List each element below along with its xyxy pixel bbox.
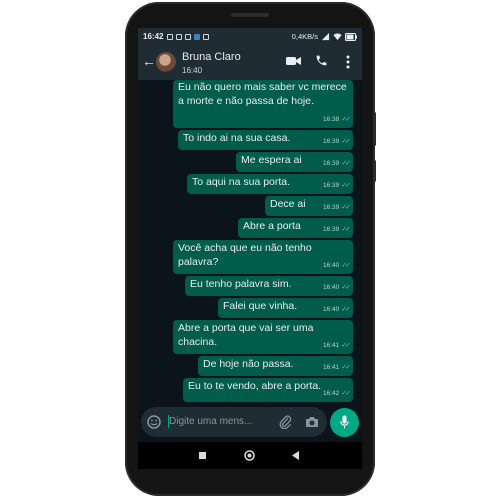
power-button — [373, 160, 376, 182]
read-ticks-icon: ✓✓ — [341, 115, 351, 123]
read-ticks-icon: ✓✓ — [341, 261, 351, 269]
message-bubble[interactable]: Falei que vinha. 16:40 ✓✓ — [218, 298, 353, 318]
message-meta: 16:41 ✓✓ — [322, 339, 351, 353]
message-text: Eu tenho palavra sim. — [190, 278, 292, 290]
message-text: To aqui na sua porta. — [192, 176, 291, 188]
read-ticks-icon: ✓✓ — [341, 159, 351, 167]
message-meta: 16:39 ✓✓ — [322, 135, 351, 149]
battery-icon — [345, 32, 357, 41]
message-bubble[interactable]: Abre a porta que vai ser uma chacina. 16… — [173, 320, 353, 354]
contact-name[interactable]: Bruna Claro — [182, 51, 241, 63]
message-meta: 16:40 ✓✓ — [322, 303, 351, 317]
message-time: 16:39 — [322, 137, 340, 145]
nav-home-icon[interactable] — [244, 450, 255, 461]
status-bar: 16:42 0,4KB/s — [138, 28, 362, 45]
message-time: 16:40 — [322, 305, 340, 313]
message-bubble[interactable]: To indo ai na sua casa. 16:39 ✓✓ — [178, 130, 353, 150]
message-bubble[interactable]: Abre a porta 16:39 ✓✓ — [238, 218, 353, 238]
message-list[interactable]: Eu não quero mais saber vc merece a mort… — [138, 80, 362, 402]
nav-back-icon[interactable] — [292, 451, 299, 460]
message-time: 16:40 — [322, 283, 340, 291]
notification-icon — [185, 33, 192, 40]
message-time: 16:39 — [322, 203, 340, 211]
notification-icon — [167, 33, 174, 40]
avatar[interactable] — [156, 52, 176, 72]
signal-icon — [321, 32, 330, 41]
message-meta: 16:40 ✓✓ — [322, 281, 351, 295]
message-time: 16:41 — [322, 341, 340, 349]
read-ticks-icon: ✓✓ — [341, 203, 351, 211]
phone-screen: 16:42 0,4KB/s ← Bruna Claro 16:40 Eu não… — [138, 28, 362, 469]
composer-bar: Digite uma mens... — [138, 402, 362, 442]
notification-icon — [176, 33, 183, 40]
message-input[interactable]: Digite uma mens... — [169, 416, 252, 427]
message-time: 16:39 — [322, 181, 340, 189]
message-time: 16:41 — [322, 363, 340, 371]
message-bubble[interactable]: De hoje não passa. 16:41 ✓✓ — [198, 356, 353, 376]
message-meta: 16:39 ✓✓ — [322, 179, 351, 193]
message-meta: 16:42 ✓✓ — [322, 387, 351, 401]
message-text: Falei que vinha. — [223, 300, 298, 312]
android-nav-bar — [138, 442, 362, 469]
read-ticks-icon: ✓✓ — [341, 341, 351, 349]
message-text: Me espera ai — [241, 154, 302, 166]
message-text: Eu to te vendo, abre a porta. — [188, 380, 322, 392]
nav-square-icon[interactable] — [199, 452, 206, 459]
message-text: To indo ai na sua casa. — [183, 132, 291, 144]
network-speed: 0,4KB/s — [291, 32, 318, 41]
message-bubble[interactable]: To aqui na sua porta. 16:39 ✓✓ — [187, 174, 353, 194]
message-meta: 16:39 ✓✓ — [322, 157, 351, 171]
message-bubble[interactable]: Você acha que eu não tenho palavra? 16:4… — [173, 240, 353, 274]
notification-icon — [194, 33, 201, 40]
message-text: Abre a porta — [243, 220, 301, 232]
message-meta: 16:39 ✓✓ — [322, 223, 351, 237]
camera-icon[interactable] — [305, 416, 319, 428]
read-ticks-icon: ✓✓ — [341, 305, 351, 313]
message-meta: 16:38 ✓✓ — [322, 113, 351, 127]
read-ticks-icon: ✓✓ — [341, 283, 351, 291]
message-time: 16:39 — [322, 225, 340, 233]
message-bubble[interactable]: Eu não quero mais saber vc merece a mort… — [173, 80, 353, 128]
mic-icon — [340, 415, 349, 429]
back-arrow-icon[interactable]: ← — [142, 53, 156, 69]
wifi-icon — [333, 33, 342, 41]
message-bubble[interactable]: Me espera ai 16:39 ✓✓ — [236, 152, 353, 172]
status-right: 0,4KB/s — [292, 32, 357, 41]
earpiece-speaker — [231, 13, 269, 17]
message-text: Abre a porta que vai ser uma chacina. — [178, 322, 314, 348]
message-bubble[interactable]: Eu tenho palavra sim. 16:40 ✓✓ — [185, 276, 353, 296]
phone-icon[interactable] — [315, 54, 328, 67]
read-ticks-icon: ✓✓ — [341, 137, 351, 145]
notification-icon — [203, 33, 210, 40]
volume-button — [373, 112, 376, 146]
message-bubble[interactable]: Eu to te vendo, abre a porta. 16:42 ✓✓ — [183, 378, 353, 402]
message-text: De hoje não passa. — [203, 358, 294, 370]
chat-header: ← Bruna Claro 16:40 — [138, 45, 362, 80]
status-time: 16:42 — [143, 32, 164, 41]
notification-icons — [167, 33, 210, 40]
message-time: 16:38 — [322, 115, 340, 123]
message-text: Você acha que eu não tenho palavra? — [178, 242, 312, 268]
read-ticks-icon: ✓✓ — [341, 389, 351, 397]
message-input-box[interactable]: Digite uma mens... — [141, 407, 327, 437]
last-seen: 16:40 — [182, 66, 203, 75]
message-time: 16:40 — [322, 261, 340, 269]
video-call-icon[interactable] — [286, 55, 301, 67]
read-ticks-icon: ✓✓ — [341, 181, 351, 189]
message-meta: 16:40 ✓✓ — [322, 259, 351, 273]
mic-button[interactable] — [330, 408, 359, 437]
message-bubble[interactable]: Dece ai 16:39 ✓✓ — [265, 196, 353, 216]
message-time: 16:39 — [322, 159, 340, 167]
emoji-icon[interactable] — [147, 415, 161, 429]
more-vert-icon[interactable] — [346, 55, 350, 69]
message-time: 16:42 — [322, 389, 340, 397]
message-text: Dece ai — [270, 198, 306, 210]
message-meta: 16:39 ✓✓ — [322, 201, 351, 215]
read-ticks-icon: ✓✓ — [341, 225, 351, 233]
message-text: Eu não quero mais saber vc merece a mort… — [178, 81, 347, 107]
message-meta: 16:41 ✓✓ — [322, 361, 351, 375]
attach-icon[interactable] — [279, 415, 292, 429]
read-ticks-icon: ✓✓ — [341, 363, 351, 371]
